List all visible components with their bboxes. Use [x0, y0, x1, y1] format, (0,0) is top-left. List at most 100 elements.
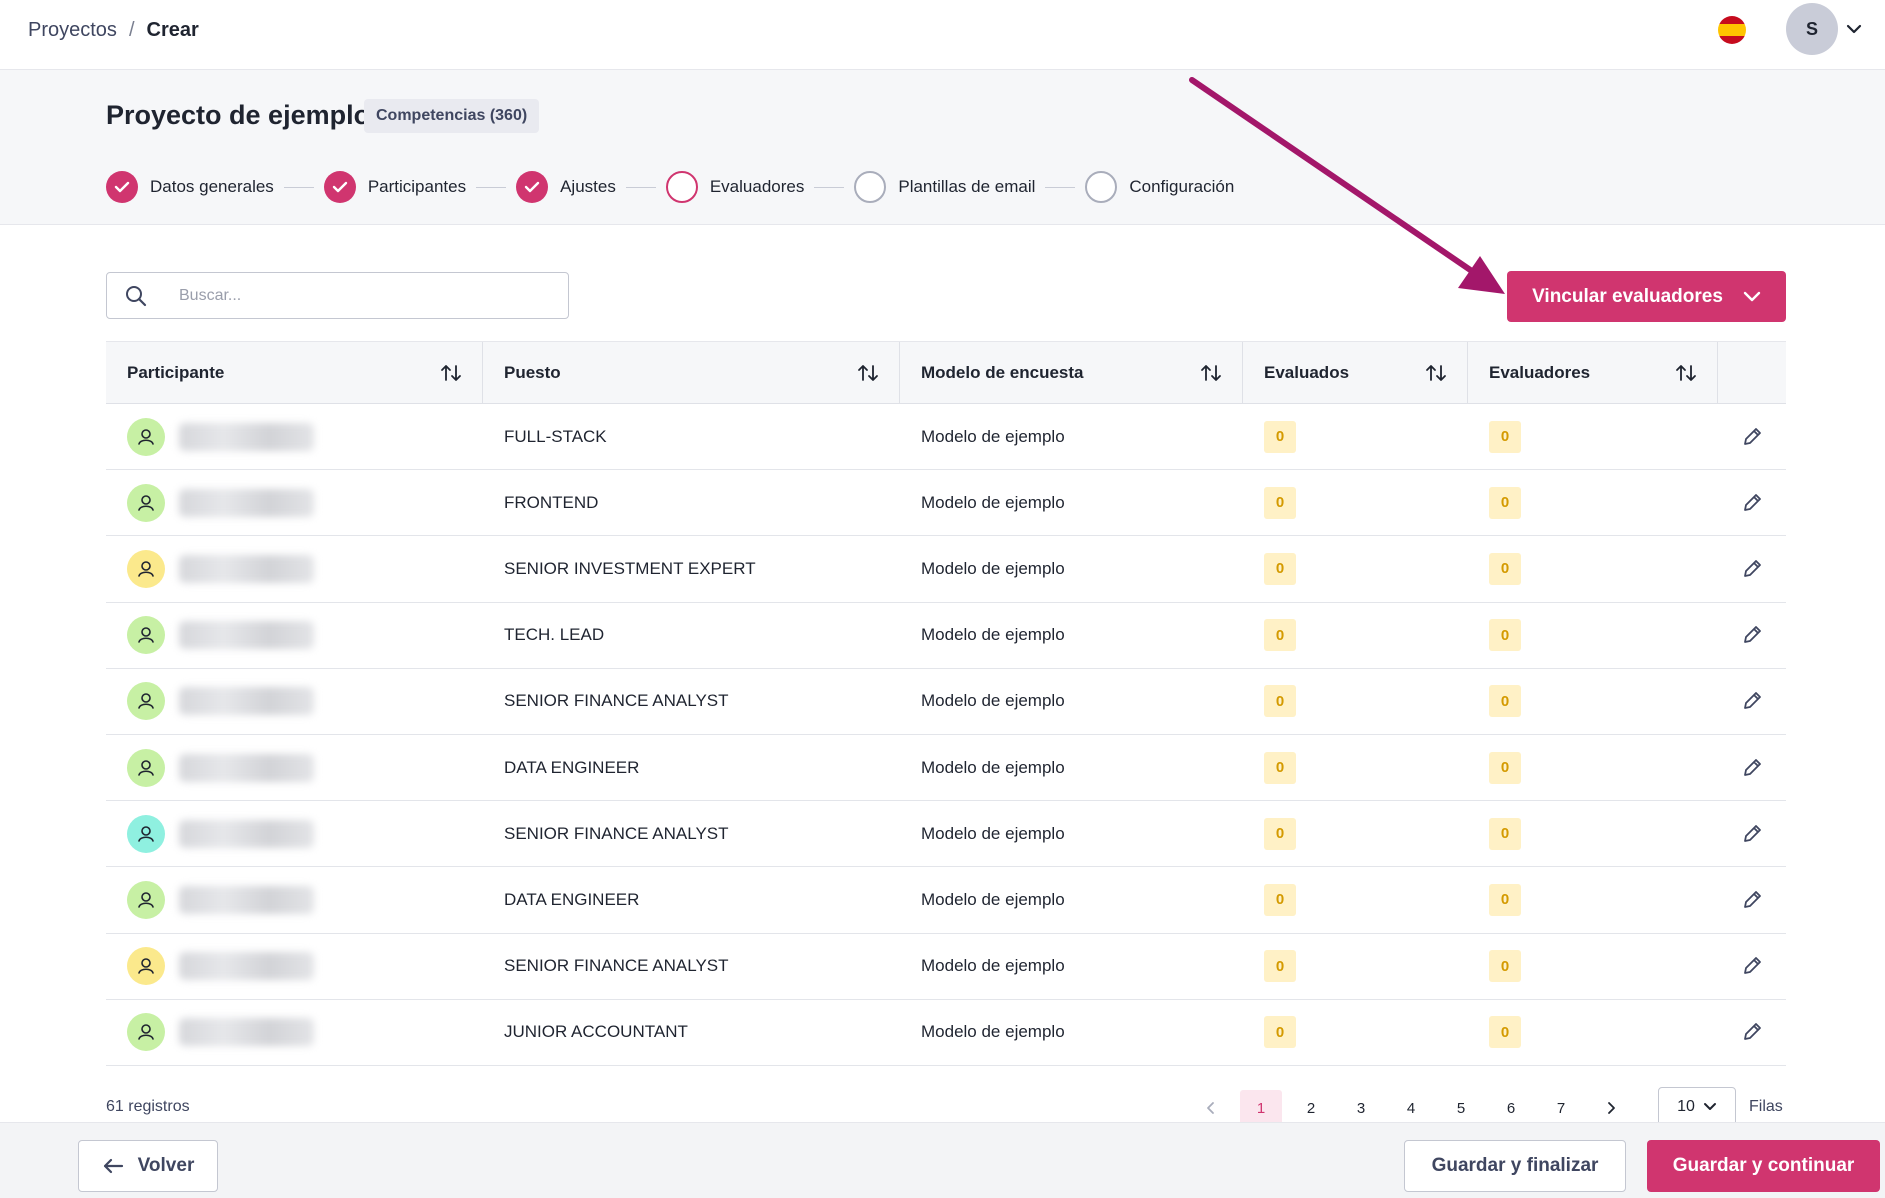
evaluators-cell: 0 — [1468, 867, 1718, 932]
top-bar: Proyectos / Crear S — [0, 0, 1885, 70]
participant-avatar — [127, 880, 165, 919]
position-cell: SENIOR INVESTMENT EXPERT — [504, 558, 756, 578]
pagination-page[interactable]: 2 — [1290, 1090, 1332, 1126]
sort-icon[interactable] — [1200, 363, 1222, 383]
participant-name-redacted — [179, 753, 314, 782]
evaluated-count-badge: 0 — [1264, 950, 1296, 983]
edit-icon[interactable] — [1741, 823, 1763, 845]
step-label: Datos generales — [150, 177, 274, 196]
evaluated-cell: 0 — [1243, 934, 1468, 999]
survey-model-cell: Modelo de ejemplo — [921, 492, 1065, 512]
sort-icon[interactable] — [857, 363, 879, 383]
actions-cell — [1718, 934, 1786, 999]
user-avatar[interactable]: S — [1786, 3, 1838, 55]
user-initial: S — [1805, 18, 1818, 39]
participant-name-redacted — [179, 819, 314, 848]
search-input[interactable] — [179, 284, 549, 308]
link-evaluators-button[interactable]: Vincular evaluadores — [1507, 271, 1786, 322]
edit-icon[interactable] — [1741, 426, 1763, 448]
step-connector — [1045, 186, 1076, 188]
evaluators-cell: 0 — [1468, 669, 1718, 734]
edit-icon[interactable] — [1741, 690, 1763, 712]
participant-cell — [106, 669, 483, 734]
check-icon — [332, 181, 348, 193]
evaluated-cell: 0 — [1243, 669, 1468, 734]
participant-avatar — [127, 483, 165, 522]
column-header-label: Evaluadores — [1489, 362, 1591, 382]
pagination-page[interactable]: 3 — [1340, 1090, 1382, 1126]
evaluated-cell: 0 — [1243, 470, 1468, 535]
breadcrumb-projects-link[interactable]: Proyectos — [28, 19, 117, 42]
step-3[interactable]: Ajustes — [516, 171, 616, 203]
participant-name-redacted — [179, 554, 314, 583]
sort-icon[interactable] — [1675, 363, 1697, 383]
sort-icon[interactable] — [440, 363, 462, 383]
pagination-page[interactable]: 6 — [1490, 1090, 1532, 1126]
evaluated-count-badge: 0 — [1264, 619, 1296, 652]
step-label: Participantes — [367, 177, 467, 196]
participant-name-redacted — [179, 885, 314, 914]
table-row: SENIOR FINANCE ANALYST Modelo de ejemplo 0… — [106, 801, 1786, 868]
evaluators-cell: 0 — [1468, 801, 1718, 866]
column-header[interactable]: Evaluadores — [1468, 342, 1718, 403]
annotation-arrow-icon — [1189, 77, 1505, 294]
pagination-prev[interactable] — [1190, 1090, 1232, 1126]
edit-icon[interactable] — [1741, 1021, 1763, 1043]
edit-icon[interactable] — [1741, 558, 1763, 580]
chevron-right-icon — [1608, 1102, 1615, 1114]
edit-icon[interactable] — [1741, 955, 1763, 977]
evaluated-cell: 0 — [1243, 867, 1468, 932]
evaluated-count-badge: 0 — [1264, 817, 1296, 850]
back-button-label: Volver — [137, 1155, 195, 1176]
pagination-next[interactable] — [1590, 1090, 1632, 1126]
edit-icon[interactable] — [1741, 492, 1763, 514]
participant-avatar — [127, 417, 165, 456]
evaluators-count-badge: 0 — [1489, 486, 1521, 519]
participant-cell — [106, 404, 483, 469]
edit-icon[interactable] — [1741, 889, 1763, 911]
column-header-label: Participante — [127, 362, 225, 382]
table-body: FULL-STACK Modelo de ejemplo 0 0 FRONTEND Mod… — [106, 404, 1786, 1066]
save-continue-button[interactable]: Guardar y continuar — [1647, 1140, 1880, 1192]
back-button[interactable]: Volver — [78, 1140, 218, 1192]
edit-icon[interactable] — [1741, 757, 1763, 779]
participant-avatar — [127, 814, 165, 853]
action-bar: Volver Guardar y finalizar Guardar y con… — [0, 1122, 1885, 1198]
sort-icon[interactable] — [1425, 363, 1447, 383]
survey-model-cell: Modelo de ejemplo — [921, 625, 1065, 645]
chevron-down-icon[interactable] — [1845, 22, 1863, 36]
rows-per-page-select[interactable]: 10 — [1658, 1087, 1736, 1127]
step-connector — [476, 186, 507, 188]
person-icon — [138, 494, 154, 511]
column-header[interactable]: Participante — [106, 342, 483, 403]
column-header-label: Puesto — [504, 362, 561, 382]
page-title: Proyecto de ejemplo — [106, 100, 371, 130]
arrow-left-icon — [103, 1158, 123, 1174]
pagination-page[interactable]: 4 — [1390, 1090, 1432, 1126]
step-4[interactable]: Evaluadores — [665, 171, 805, 203]
actions-cell — [1718, 867, 1786, 932]
survey-model-cell: Modelo de ejemplo — [921, 426, 1065, 446]
column-header[interactable]: Puesto — [483, 342, 900, 403]
survey-model-cell: Modelo de ejemplo — [921, 1022, 1065, 1042]
edit-icon[interactable] — [1741, 624, 1763, 646]
spain-flag-icon[interactable] — [1718, 16, 1746, 44]
save-finish-button[interactable]: Guardar y finalizar — [1404, 1140, 1626, 1192]
evaluators-count-badge: 0 — [1489, 1016, 1521, 1049]
participant-avatar — [127, 682, 165, 721]
column-header[interactable]: Modelo de encuesta — [900, 342, 1243, 403]
actions-cell — [1718, 669, 1786, 734]
participant-cell — [106, 603, 483, 668]
step-5[interactable]: Plantillas de email — [854, 171, 1035, 203]
evaluated-count-badge: 0 — [1264, 552, 1296, 585]
table-row: FRONTEND Modelo de ejemplo 0 0 — [106, 470, 1786, 537]
pagination-page[interactable]: 5 — [1440, 1090, 1482, 1126]
pagination-page[interactable]: 1 — [1240, 1090, 1282, 1126]
column-header[interactable]: Evaluados — [1243, 342, 1468, 403]
participant-avatar — [127, 1013, 165, 1052]
step-label: Evaluadores — [709, 177, 805, 196]
step-2[interactable]: Participantes — [323, 171, 467, 203]
search-box — [106, 272, 569, 319]
step-1[interactable]: Datos generales — [106, 171, 274, 203]
pagination-page[interactable]: 7 — [1540, 1090, 1582, 1126]
